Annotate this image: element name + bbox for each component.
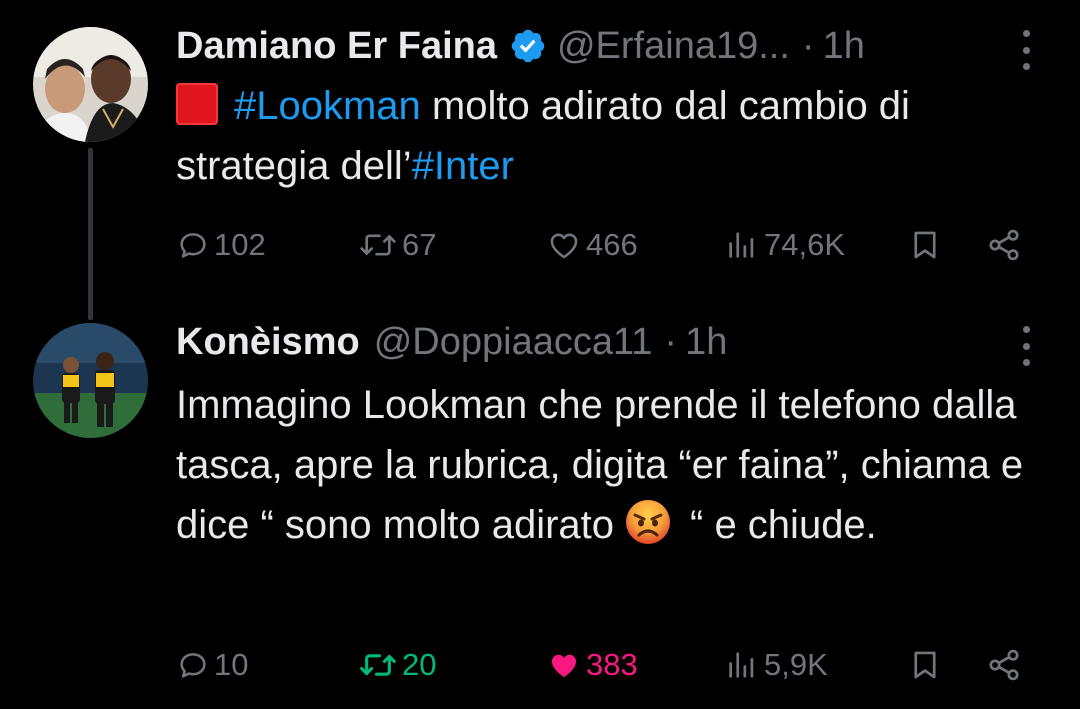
reply-button[interactable]: 102 xyxy=(176,220,266,270)
more-options-icon[interactable] xyxy=(1016,30,1036,70)
red-square-emoji xyxy=(176,83,218,125)
bookmark-icon xyxy=(914,651,936,679)
tweet-actions: 102 67 466 74,6K xyxy=(176,220,1036,270)
views-button[interactable]: 5,9K xyxy=(724,640,828,690)
share-button[interactable] xyxy=(986,220,1022,270)
bookmark-icon xyxy=(914,231,936,259)
reply-count: 10 xyxy=(214,647,249,682)
timestamp[interactable]: 1h xyxy=(685,321,727,364)
author-handle[interactable]: @Doppiaacca11 xyxy=(374,321,653,364)
bookmark-button[interactable] xyxy=(908,220,942,270)
like-button[interactable]: 466 xyxy=(546,220,638,270)
reply-icon xyxy=(180,653,206,678)
retweet-button[interactable]: 20 xyxy=(358,640,436,690)
author-name[interactable]: Konèismo xyxy=(176,321,360,364)
share-button[interactable] xyxy=(986,640,1022,690)
views-button[interactable]: 74,6K xyxy=(724,220,845,270)
views-count: 5,9K xyxy=(764,647,828,682)
reply-button[interactable]: 10 xyxy=(176,640,248,690)
separator-dot: · xyxy=(664,320,678,363)
retweet-button[interactable]: 67 xyxy=(358,220,436,270)
retweet-count: 20 xyxy=(402,647,437,682)
hashtag-link[interactable]: #Lookman xyxy=(234,84,421,128)
hashtag-link[interactable]: #Inter xyxy=(412,144,514,188)
tweet-text: Immagino Lookman che prende il telefono … xyxy=(176,375,1036,555)
retweet-icon xyxy=(360,654,396,676)
views-count: 74,6K xyxy=(764,227,846,262)
separator-dot: · xyxy=(801,24,815,67)
heart-icon xyxy=(550,233,578,259)
avatar[interactable] xyxy=(33,323,148,438)
tweet-text-segment: Immagino Lookman che prende il telefono … xyxy=(176,383,1024,547)
timestamp[interactable]: 1h xyxy=(823,25,865,68)
author-name[interactable]: Damiano Er Faina xyxy=(176,25,497,68)
share-icon xyxy=(989,649,1019,681)
like-button[interactable]: 383 xyxy=(546,640,638,690)
views-chart-icon xyxy=(729,232,754,258)
tweet-text: #Lookman molto adirato dal cambio di str… xyxy=(176,76,1036,196)
like-count: 383 xyxy=(586,647,638,682)
like-count: 466 xyxy=(586,227,638,262)
reply-icon xyxy=(180,233,206,258)
more-options-icon[interactable] xyxy=(1016,326,1036,366)
tweet-actions: 10 20 383 5,9K xyxy=(176,640,1036,690)
reply-count: 102 xyxy=(214,227,266,262)
views-chart-icon xyxy=(729,652,754,678)
angry-face-emoji xyxy=(624,498,672,546)
bookmark-button[interactable] xyxy=(908,640,942,690)
avatar[interactable] xyxy=(33,27,148,142)
tweet[interactable]: Damiano Er Faina @Erfaina19... · 1h #Loo… xyxy=(0,0,1080,320)
share-icon xyxy=(989,229,1019,261)
retweet-count: 67 xyxy=(402,227,437,262)
tweet[interactable]: Konèismo @Doppiaacca11 · 1h Immagino Loo… xyxy=(0,310,1080,709)
tweet-text-segment: “ e chiude. xyxy=(690,503,877,547)
verified-badge-icon xyxy=(509,27,547,65)
thread-line xyxy=(88,148,93,320)
heart-icon xyxy=(551,654,577,678)
retweet-icon xyxy=(360,234,396,256)
author-handle[interactable]: @Erfaina19... xyxy=(557,25,790,68)
tweet-header: Damiano Er Faina @Erfaina19... · 1h xyxy=(176,22,865,70)
tweet-header: Konèismo @Doppiaacca11 · 1h xyxy=(176,318,727,366)
